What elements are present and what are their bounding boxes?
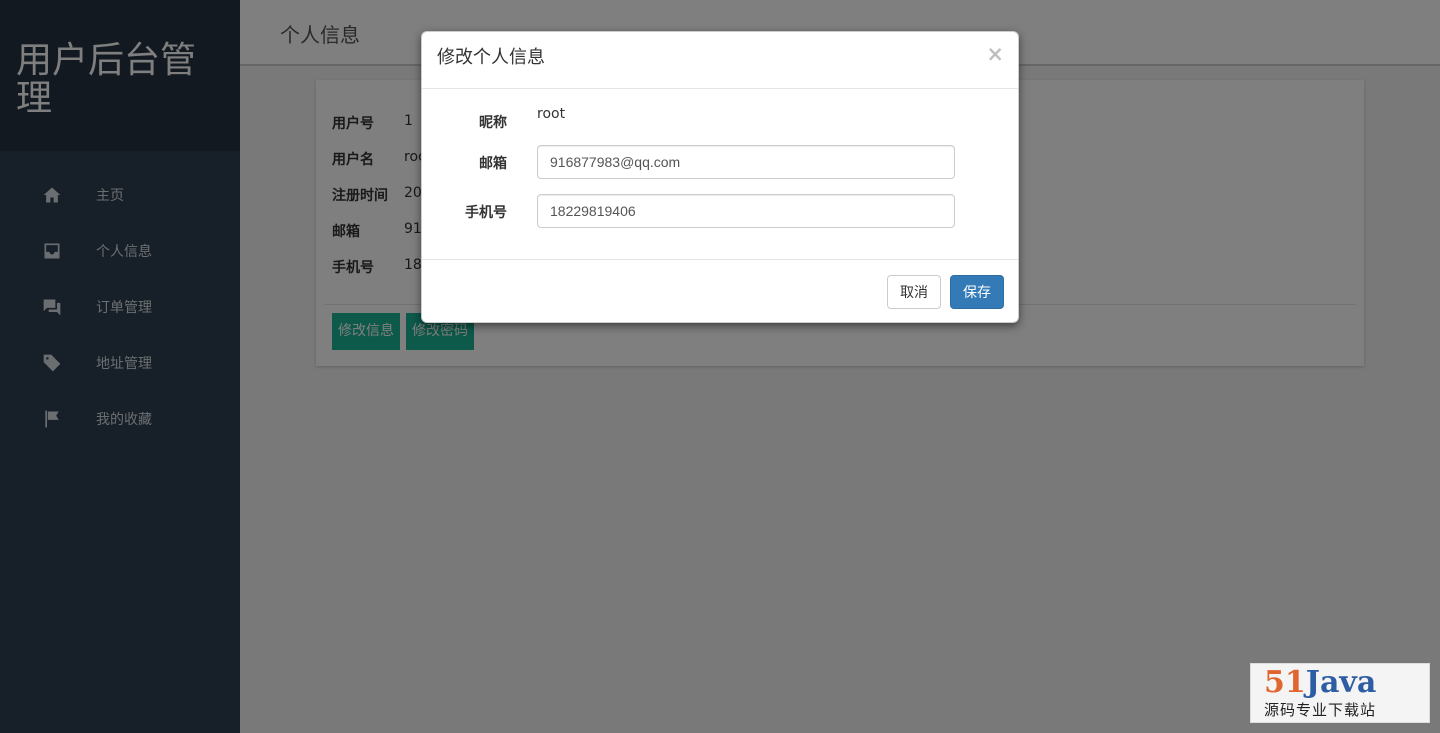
form-row-phone: 手机号 — [422, 194, 1020, 228]
form-row-email: 邮箱 — [422, 145, 1020, 179]
phone-field[interactable] — [537, 194, 955, 228]
close-icon[interactable]: × — [986, 44, 1004, 65]
save-button[interactable]: 保存 — [950, 275, 1004, 309]
nickname-label: 昵称 — [479, 115, 507, 131]
email-label: 邮箱 — [479, 156, 507, 172]
watermark-logo: 51Java 源码专业下载站 — [1250, 663, 1430, 723]
modal-header: 修改个人信息 × — [422, 32, 1018, 89]
watermark-title: 51Java — [1264, 666, 1429, 700]
modal-title: 修改个人信息 — [437, 47, 545, 68]
modal-footer: 取消 保存 — [422, 259, 1018, 323]
watermark-number: 51 — [1264, 665, 1306, 700]
watermark-subtitle: 源码专业下载站 — [1264, 701, 1377, 719]
cancel-button[interactable]: 取消 — [887, 275, 941, 309]
watermark-text: Java — [1305, 665, 1377, 700]
phone-label: 手机号 — [465, 205, 507, 221]
nickname-value: root — [537, 106, 566, 122]
email-field[interactable] — [537, 145, 955, 179]
edit-profile-modal: 修改个人信息 × 昵称 root 邮箱 手机号 取消 保存 — [421, 31, 1019, 323]
form-row-nickname: 昵称 root — [422, 106, 1020, 140]
